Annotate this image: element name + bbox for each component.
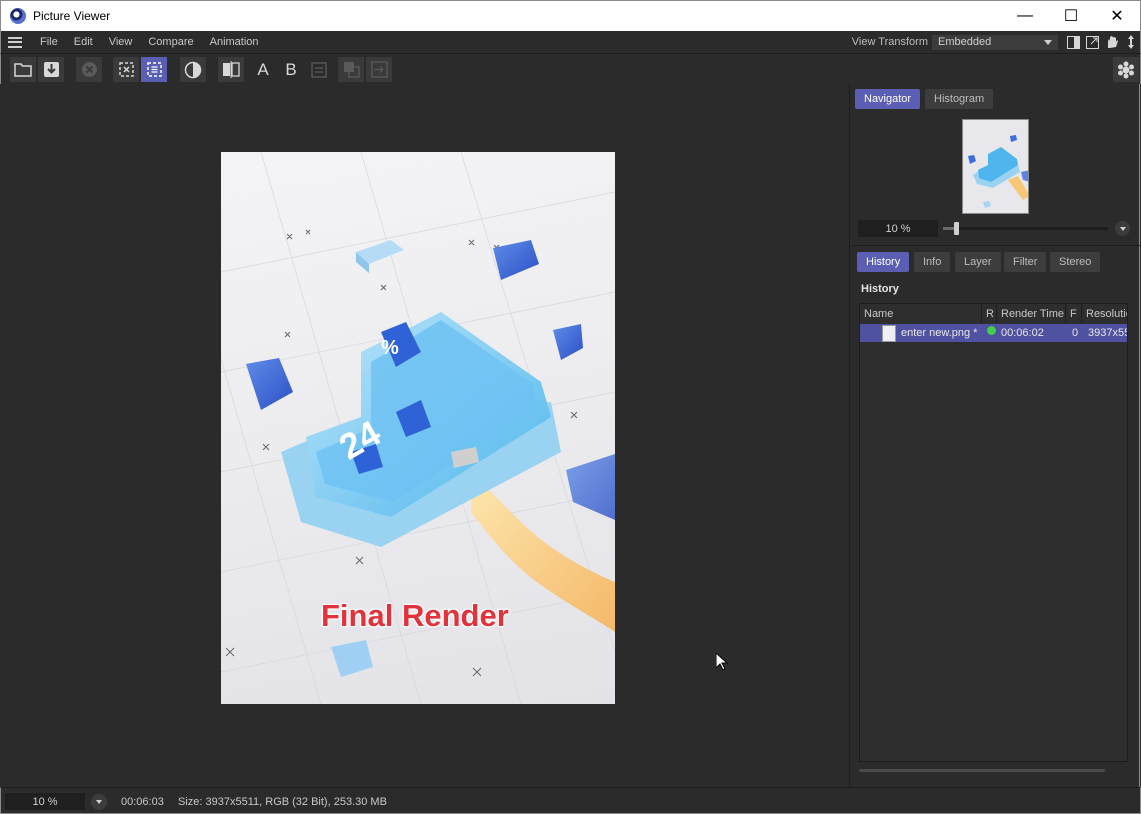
ab-compare-icon: [223, 61, 240, 78]
menu-animation[interactable]: Animation: [202, 36, 267, 48]
hand-pan-icon[interactable]: [1102, 33, 1121, 51]
row-name: enter new.png *: [901, 327, 978, 339]
view-transform-dropdown[interactable]: Embedded: [932, 34, 1058, 50]
rendered-image: % 24 Final Render: [221, 152, 615, 704]
render-status-dot: [987, 326, 996, 335]
window-title: Picture Viewer: [33, 9, 111, 23]
minimize-button[interactable]: —: [1002, 1, 1048, 31]
stop-x-icon: [81, 62, 97, 77]
status-image-info: Size: 3937x5511, RGB (32 Bit), 253.30 MB: [178, 796, 387, 808]
final-render-overlay: Final Render: [321, 598, 509, 633]
toolbar: A B: [0, 53, 1141, 84]
column-header-r[interactable]: R: [982, 304, 997, 323]
history-section-title: History: [861, 283, 899, 295]
divider: [851, 245, 1140, 246]
status-time: 00:06:03: [121, 796, 164, 808]
row-thumbnail: [882, 325, 896, 342]
close-button[interactable]: ✕: [1094, 1, 1140, 31]
status-zoom-dropdown[interactable]: [91, 794, 107, 810]
contrast-toggle-button[interactable]: [180, 57, 206, 82]
b-label: B: [285, 59, 297, 79]
tab-filter[interactable]: Filter: [1004, 252, 1047, 272]
image-viewport[interactable]: % 24 Final Render: [1, 84, 850, 787]
contrast-icon: [184, 61, 202, 78]
title-bar: Picture Viewer — ☐ ✕: [0, 0, 1141, 31]
save-button[interactable]: [38, 57, 64, 82]
stop-button[interactable]: [76, 57, 102, 82]
status-bar: 10 % 00:06:03 Size: 3937x5511, RGB (32 B…: [0, 787, 1141, 814]
close-icon: ✕: [1110, 8, 1124, 25]
view-transform-value: Embedded: [938, 36, 992, 48]
settings-button[interactable]: [1113, 57, 1139, 82]
mouse-cursor-icon: [716, 653, 728, 671]
status-zoom-field[interactable]: 10 %: [5, 793, 85, 810]
menu-file[interactable]: File: [32, 36, 66, 48]
row-render-time: 00:06:02: [1001, 327, 1044, 339]
tab-navigator[interactable]: Navigator: [855, 89, 921, 109]
chevron-down-icon: [1044, 39, 1052, 45]
minimize-icon: —: [1017, 7, 1033, 24]
cinema4d-app-icon: [10, 8, 26, 24]
chevron-down-icon: [1119, 226, 1126, 231]
menu-compare[interactable]: Compare: [140, 36, 201, 48]
tab-histogram[interactable]: Histogram: [925, 89, 994, 109]
menu-view[interactable]: View: [101, 36, 141, 48]
region-x-icon: [118, 62, 134, 77]
set-b-button[interactable]: B: [278, 57, 304, 82]
table-row[interactable]: enter new.png * 00:06:02 0 3937x55: [860, 324, 1128, 342]
folder-icon: [14, 63, 32, 77]
view-transform-label: View Transform: [851, 36, 928, 48]
column-header-resolution[interactable]: Resolutio: [1082, 304, 1127, 323]
atom-settings-icon: [1118, 61, 1134, 78]
fullscreen-icon[interactable]: [1083, 33, 1102, 51]
layers-button[interactable]: [338, 57, 364, 82]
history-table: Name R Render Time F Resolutio enter new…: [859, 303, 1128, 762]
region-render-button[interactable]: [113, 57, 139, 82]
zoom-slider-handle[interactable]: [954, 222, 959, 235]
swap-ab-button[interactable]: [306, 57, 332, 82]
a-label: A: [257, 59, 269, 79]
row-resolution: 3937x55: [1088, 327, 1128, 339]
open-folder-button[interactable]: [10, 57, 36, 82]
layers-icon: [343, 62, 360, 78]
horizontal-scrollbar[interactable]: [859, 769, 1105, 772]
navigator-zoom-slider[interactable]: [943, 227, 1108, 230]
maximize-button[interactable]: ☐: [1048, 1, 1094, 31]
menu-bar: File Edit View Compare Animation View Tr…: [0, 31, 1141, 53]
maximize-icon: ☐: [1063, 8, 1079, 25]
tab-info[interactable]: Info: [914, 252, 951, 272]
view-transform-group: View Transform Embedded: [852, 31, 1140, 53]
hamburger-menu-icon[interactable]: [8, 36, 22, 48]
tab-layer[interactable]: Layer: [955, 252, 1001, 272]
swap-icon: [311, 61, 327, 78]
ab-compare-button[interactable]: [218, 57, 244, 82]
row-frame: 0: [1072, 327, 1079, 339]
chevron-down-icon: [96, 800, 102, 804]
column-header-name[interactable]: Name: [860, 304, 982, 323]
region-grid-button[interactable]: [141, 57, 167, 82]
menu-edit[interactable]: Edit: [66, 36, 101, 48]
set-a-button[interactable]: A: [250, 57, 276, 82]
window-controls: — ☐ ✕: [1002, 1, 1140, 31]
tab-stereo[interactable]: Stereo: [1050, 252, 1101, 272]
export-icon: [370, 61, 388, 78]
region-grid-icon: [146, 62, 162, 77]
move-arrows-icon[interactable]: [1121, 33, 1140, 51]
right-panel: Navigator Histogram 10 % History Info La…: [851, 84, 1140, 787]
zoom-options-dropdown[interactable]: [1115, 221, 1130, 236]
panel-layout-icon[interactable]: [1064, 33, 1083, 51]
navigator-thumbnail[interactable]: [962, 119, 1029, 214]
navigator-zoom-field[interactable]: 10 %: [858, 220, 938, 237]
tab-history[interactable]: History: [857, 252, 910, 272]
column-header-render-time[interactable]: Render Time: [997, 304, 1066, 323]
download-save-icon: [43, 62, 59, 77]
column-header-frame[interactable]: F: [1066, 304, 1082, 323]
svg-text:%: %: [381, 337, 399, 359]
export-button[interactable]: [366, 57, 392, 82]
